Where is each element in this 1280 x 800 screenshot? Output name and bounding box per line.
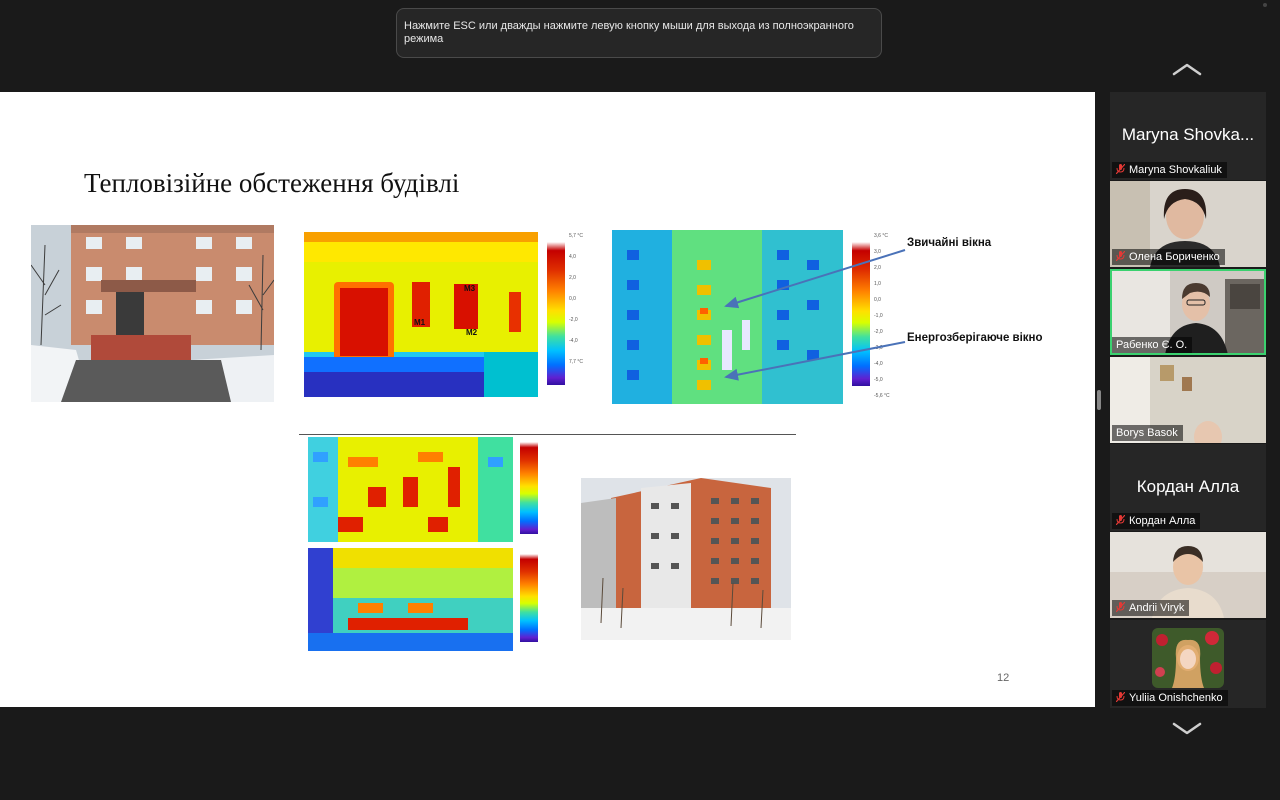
muted-mic-icon [1116, 515, 1125, 525]
participant-name-tag: Borys Basok [1112, 425, 1183, 441]
thermal-scale-bar-4 [520, 554, 538, 642]
panel-resize-handle[interactable] [1097, 390, 1101, 410]
participant-name-tag: Andrii Viryk [1112, 600, 1190, 616]
toast-text: Нажмите ESC или дважды нажмите левую кно… [404, 20, 854, 45]
participant-tile-rabenko[interactable]: Рабенко Є. О. [1110, 269, 1266, 355]
highrise-photo [581, 478, 791, 640]
camera-dot [1263, 3, 1267, 7]
thermal-image-ground-floor [308, 548, 513, 651]
participant-tile-olena[interactable]: Олена Бориченко [1110, 181, 1266, 267]
building-photo [31, 225, 274, 402]
thermal-image-windows [612, 230, 843, 404]
chevron-up-icon[interactable] [1171, 62, 1203, 76]
muted-mic-icon [1116, 251, 1125, 261]
participant-name-tag: Maryna Shovkaliuk [1112, 162, 1227, 178]
slide-page-number: 12 [997, 672, 1010, 684]
participant-name-tag: Yuliia Onishchenko [1112, 690, 1228, 706]
thermal-scale-bar-1 [547, 242, 565, 385]
thermal-scale-labels-1: 5,7 °C 4,0 2,0 0,0 -2,0 -4,0 7,7 °C [569, 233, 583, 365]
participant-name-tag: Кордан Алла [1112, 513, 1201, 529]
divider-line [299, 434, 796, 435]
marker-m3: M3 [464, 284, 476, 293]
participant-avatar [1152, 628, 1224, 688]
participant-display-name: Кордан Алла [1136, 477, 1240, 496]
participant-name-tag: Олена Бориченко [1112, 249, 1225, 265]
label-energy-saving-window: Енергозберігаюче вікно [907, 332, 1043, 344]
fullscreen-exit-toast: Нажмите ESC или дважды нажмите левую кно… [396, 8, 882, 58]
slide-title: Тепловізійне обстеження будівлі [84, 168, 460, 198]
label-normal-windows: Звичайні вікна [907, 237, 992, 249]
muted-mic-icon [1116, 692, 1125, 702]
muted-mic-icon [1116, 602, 1125, 612]
chevron-down-icon[interactable] [1171, 722, 1203, 736]
participant-tile-borys[interactable]: Borys Basok [1110, 357, 1266, 443]
marker-m2: M2 [466, 328, 478, 337]
thermal-scale-bar-2 [852, 242, 870, 386]
participant-tile-kordan[interactable]: Кордан Алла Кордан Алла [1110, 444, 1266, 531]
thermal-image-balconies [308, 437, 513, 542]
thermal-scale-bar-3 [520, 442, 538, 534]
shared-slide: Тепловізійне обстеження будівлі M1 M2 M3… [0, 92, 1095, 707]
participant-display-name: Maryna Shovka... [1121, 125, 1255, 144]
marker-m1: M1 [414, 318, 426, 327]
participant-tile-yuliia[interactable]: Yuliia Onishchenko [1110, 620, 1266, 708]
muted-mic-icon [1116, 164, 1125, 174]
participant-tile-andrii[interactable]: Andrii Viryk [1110, 532, 1266, 618]
thermal-image-facade [304, 232, 538, 397]
thermal-scale-labels-2: 3,6 °C 3,0 2,0 1,0 0,0 -1,0 -2,0 -3,0 -4… [874, 233, 890, 399]
participant-name-tag: Рабенко Є. О. [1112, 337, 1193, 353]
participant-tile-maryna[interactable]: Maryna Shovka... Maryna Shovkaliuk [1110, 92, 1266, 180]
